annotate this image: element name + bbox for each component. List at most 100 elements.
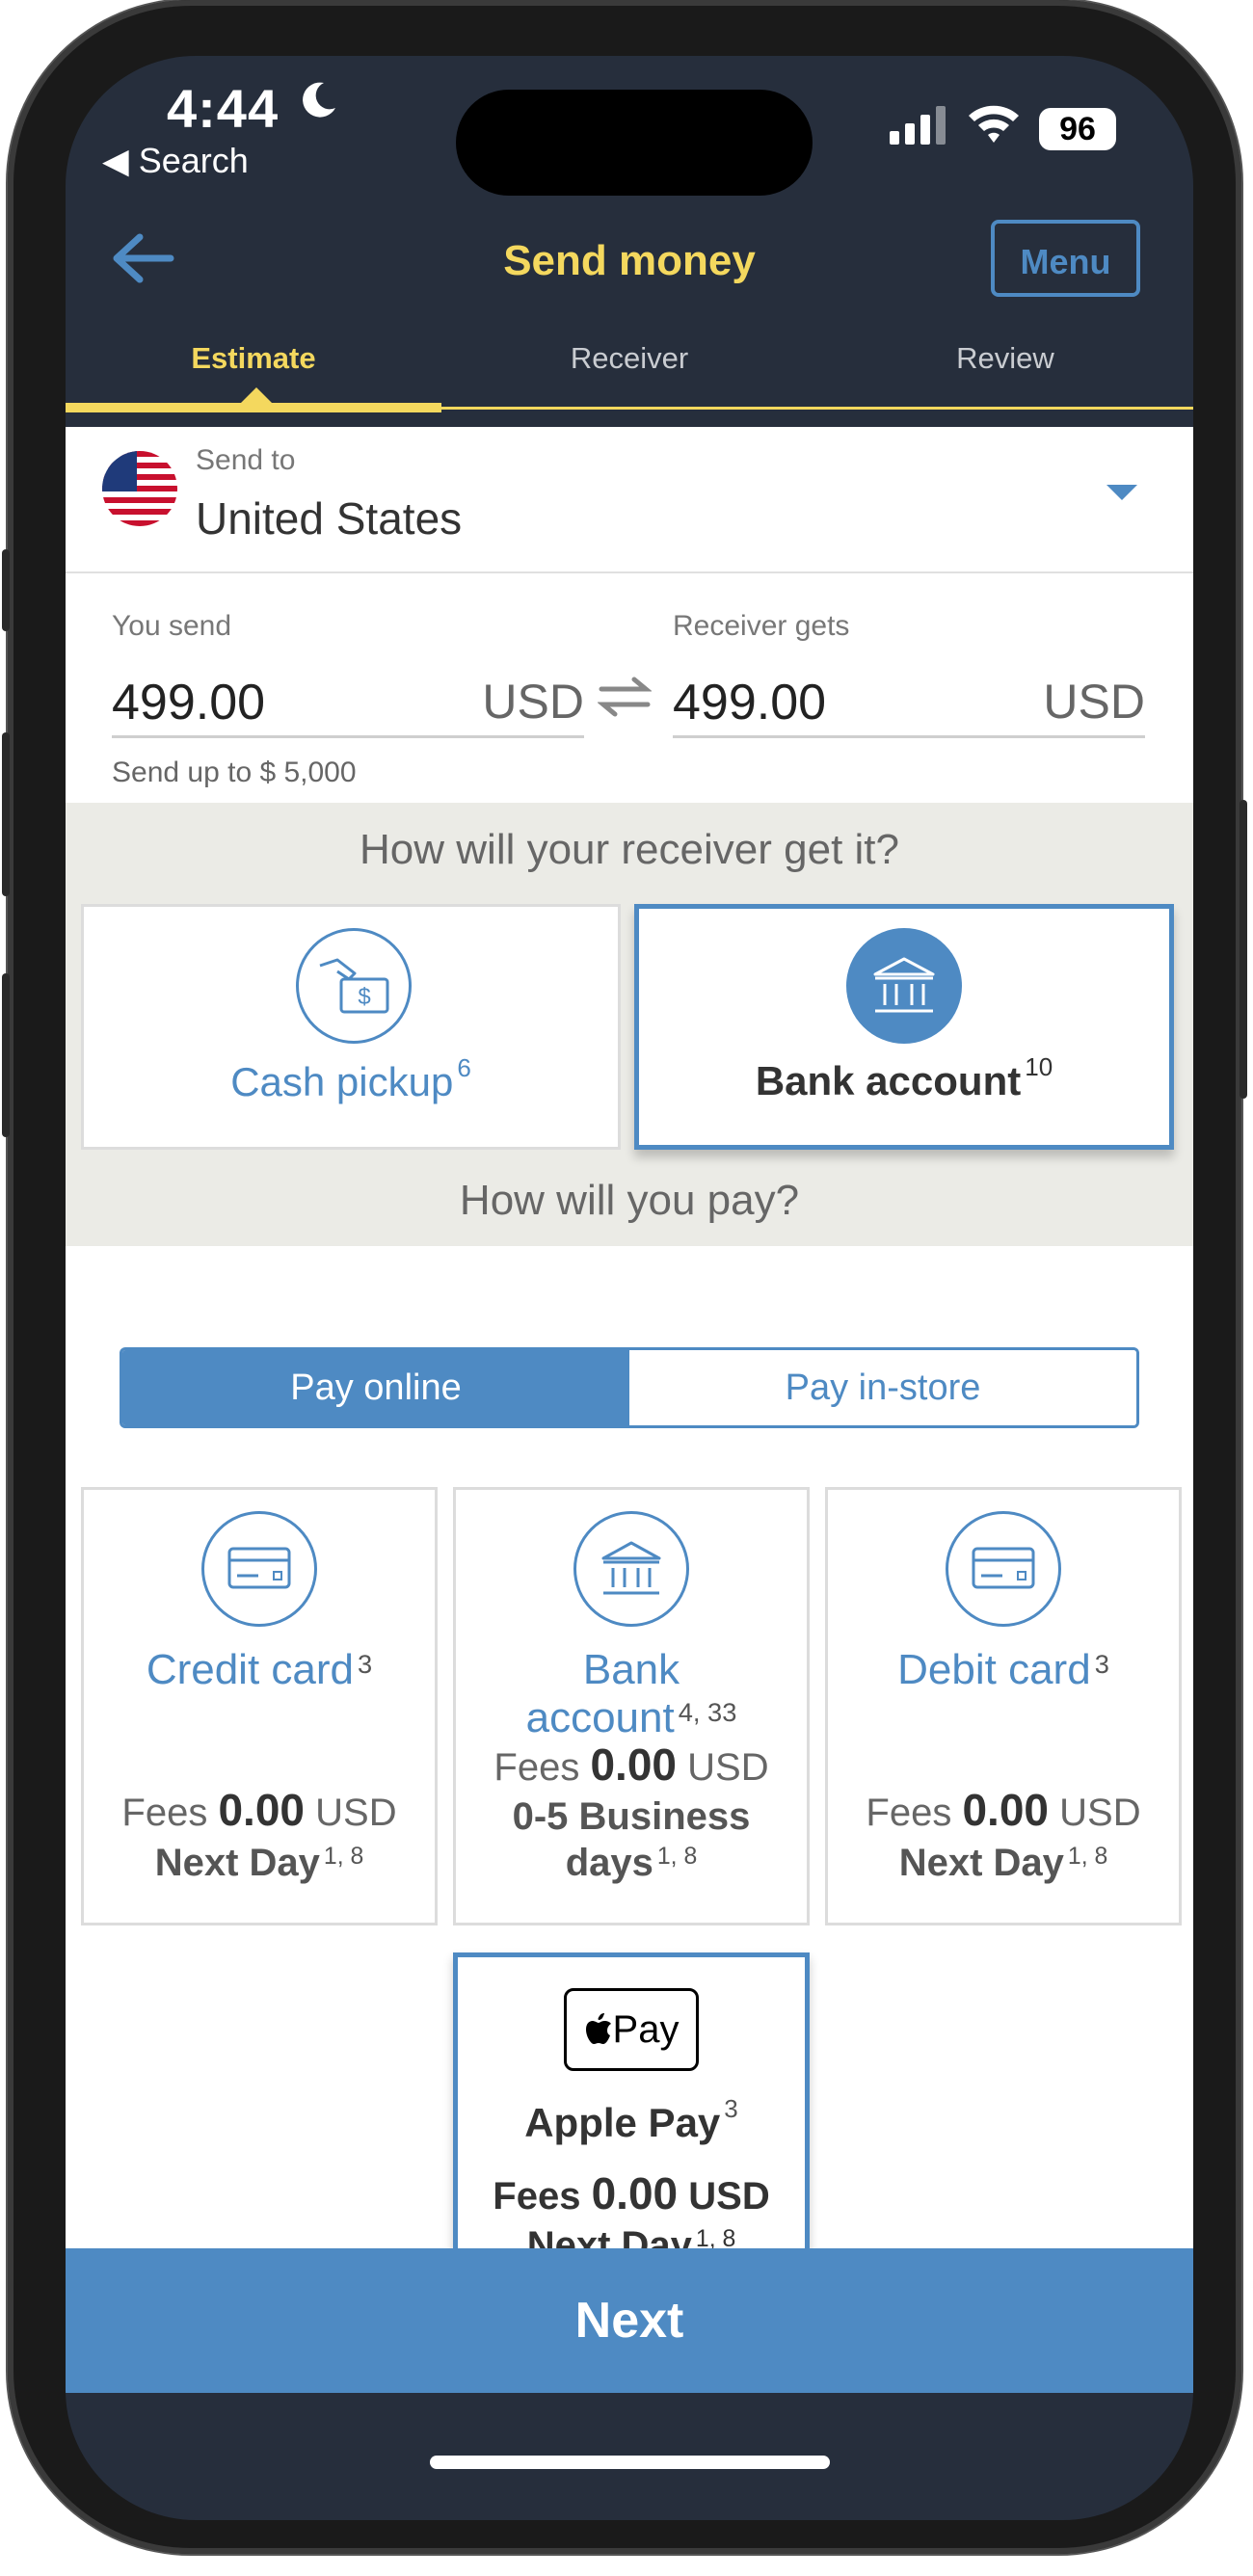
credit-card-icon — [201, 1511, 317, 1627]
status-bar: 4:44 ◀︎ Search 96 — [66, 56, 1193, 210]
estimate-form: Send to United States You send 499.00 US… — [66, 427, 1193, 2354]
cash-pickup-label: Cash pickup 6 — [84, 1053, 618, 1105]
fees-prefix: Fees — [121, 1792, 208, 1834]
apple-pay-option[interactable]: Pay Apple Pay 3 Fees 0.00 USD Next Day 1, … — [453, 1952, 810, 2299]
swap-arrows-icon[interactable] — [597, 676, 653, 723]
speed-text: Next Day — [898, 1842, 1064, 1884]
bank-account-text: Bank account — [755, 1058, 1022, 1103]
fees-currency: USD — [315, 1792, 397, 1834]
debit-card-fees: Fees 0.00 USD — [828, 1784, 1179, 1836]
speed-line1: 0-5 Business — [512, 1795, 751, 1838]
receiver-gets-input[interactable]: 499.00 — [673, 674, 826, 731]
debit-card-option[interactable]: Debit card 3 Fees 0.00 USD Next Day 1, 8 — [825, 1487, 1182, 1925]
power-button — [1240, 800, 1247, 1099]
speed-footnote: 1, 8 — [323, 1844, 364, 1870]
home-indicator[interactable] — [430, 2456, 830, 2469]
back-triangle-icon: ◀︎ — [102, 141, 129, 180]
bank-account-option[interactable]: Bank account 10 — [634, 904, 1174, 1150]
debit-card-speed: Next Day 1, 8 — [828, 1840, 1179, 1886]
credit-card-footnote: 3 — [358, 1649, 373, 1679]
tab-review[interactable]: Review — [817, 324, 1193, 376]
you-send-input[interactable]: 499.00 — [112, 674, 265, 731]
fees-amount: 0.00 — [591, 2168, 679, 2218]
status-time: 4:44 — [167, 78, 280, 139]
bank-account-pay-option[interactable]: Bank account 4, 33 Fees 0.00 USD 0-5 Busi… — [453, 1487, 810, 1925]
fees-prefix: Fees — [493, 1746, 580, 1789]
send-to-selector[interactable]: Send to United States — [66, 427, 1193, 573]
fees-prefix: Fees — [866, 1792, 952, 1834]
next-button[interactable]: Next — [66, 2248, 1193, 2393]
debit-card-footnote: 3 — [1094, 1649, 1109, 1679]
apple-logo-icon — [585, 2013, 611, 2044]
tab-active-notch — [239, 387, 274, 405]
apple-pay-badge-text: Pay — [612, 2008, 680, 2051]
debit-card-label: Debit card 3 — [828, 1646, 1179, 1694]
bank-icon — [573, 1511, 689, 1627]
step-tabs: Estimate Receiver Review — [66, 324, 1193, 412]
fees-currency: USD — [688, 2175, 770, 2217]
speed-line2: days — [565, 1842, 653, 1884]
apple-pay-label: Apple Pay 3 — [458, 2094, 805, 2146]
pay-online-button[interactable]: Pay online — [122, 1350, 629, 1425]
send-to-label: Send to — [196, 444, 296, 476]
tab-receiver[interactable]: Receiver — [441, 324, 817, 376]
receiver-gets-currency: USD — [1043, 675, 1145, 729]
debit-card-icon — [946, 1511, 1061, 1627]
credit-card-option[interactable]: Credit card 3 Fees 0.00 USD Next Day 1, 8 — [81, 1487, 438, 1925]
you-send-currency: USD — [482, 675, 584, 729]
moon-icon — [297, 79, 339, 133]
cash-pickup-option[interactable]: $ Cash pickup 6 — [81, 904, 621, 1150]
phone-frame: 4:44 ◀︎ Search 96 Send money Menu Estima… — [2, 0, 1247, 2554]
pay-mode-toggle: Pay online Pay in-store — [120, 1347, 1139, 1428]
apple-pay-footnote: 3 — [724, 2094, 738, 2123]
fees-prefix: Fees — [493, 2175, 581, 2217]
chevron-down-icon — [1106, 485, 1137, 500]
volume-up-button — [2, 732, 10, 896]
svg-text:$: $ — [358, 984, 370, 1010]
bank-account-pay-line1: Bank — [582, 1646, 680, 1693]
send-to-country: United States — [196, 493, 463, 544]
dynamic-island — [456, 90, 813, 196]
bank-icon — [846, 928, 962, 1044]
speed-line2-wrap: days 1, 8 — [456, 1840, 807, 1886]
menu-button[interactable]: Menu — [991, 220, 1140, 297]
you-send-label: You send — [112, 610, 232, 642]
apple-pay-fees: Fees 0.00 USD — [458, 2167, 805, 2219]
amount-section: You send 499.00 USD Receiver gets 499.00… — [66, 571, 1193, 803]
you-send-field[interactable]: 499.00 USD — [112, 668, 584, 738]
pay-question: How will you pay? — [459, 1177, 800, 1224]
bank-account-pay-line2: account — [525, 1694, 675, 1741]
credit-card-label: Credit card 3 — [84, 1646, 435, 1694]
bank-account-label: Bank account 10 — [639, 1052, 1169, 1104]
credit-card-text: Credit card — [146, 1646, 354, 1693]
send-limit-note: Send up to $ 5,000 — [112, 757, 357, 788]
back-app-label: Search — [138, 141, 249, 180]
bank-account-pay-footnote: 4, 33 — [678, 1697, 737, 1727]
volume-down-button — [2, 973, 10, 1137]
signal-icon — [890, 106, 949, 149]
apple-pay-text: Apple Pay — [524, 2100, 721, 2145]
cash-pickup-text: Cash pickup — [230, 1059, 454, 1104]
speed-footnote: 1, 8 — [1067, 1844, 1108, 1870]
back-to-app[interactable]: ◀︎ Search — [102, 141, 249, 181]
receive-question: How will your receiver get it? — [360, 826, 899, 873]
app-header: Send money Menu — [66, 210, 1193, 314]
fees-currency: USD — [1059, 1792, 1141, 1834]
fees-currency: USD — [687, 1746, 769, 1789]
battery-indicator: 96 — [1039, 108, 1116, 150]
cash-pickup-footnote: 6 — [457, 1053, 471, 1082]
tab-estimate[interactable]: Estimate — [66, 324, 441, 376]
receiver-gets-field[interactable]: 499.00 USD — [673, 668, 1145, 738]
pay-instore-button[interactable]: Pay in-store — [629, 1350, 1136, 1425]
speed-text: Next Day — [154, 1842, 320, 1884]
screen: 4:44 ◀︎ Search 96 Send money Menu Estima… — [66, 56, 1193, 2520]
silent-switch — [2, 549, 10, 631]
debit-card-text: Debit card — [897, 1646, 1091, 1693]
bank-account-pay-speed: 0-5 Business days 1, 8 — [456, 1793, 807, 1886]
fees-amount: 0.00 — [218, 1785, 305, 1835]
bank-account-pay-fees: Fees 0.00 USD — [456, 1739, 807, 1791]
wifi-icon — [967, 102, 1021, 149]
receive-method-section: How will your receiver get it? $ Cash pi… — [66, 803, 1193, 1246]
fees-amount: 0.00 — [962, 1785, 1049, 1835]
credit-card-fees: Fees 0.00 USD — [84, 1784, 435, 1836]
